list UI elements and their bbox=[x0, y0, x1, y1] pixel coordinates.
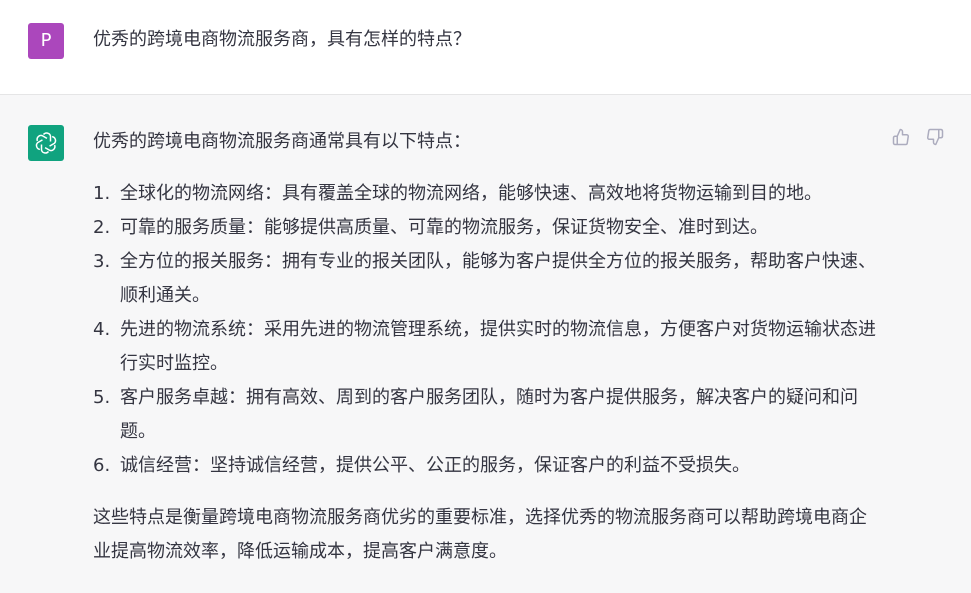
assistant-answer: 优秀的跨境电商物流服务商通常具有以下特点： 1. 全球化的物流网络：具有覆盖全球的… bbox=[93, 125, 883, 569]
answer-intro: 优秀的跨境电商物流服务商通常具有以下特点： bbox=[93, 131, 471, 152]
list-number: 2. bbox=[93, 217, 111, 238]
list-text: 全方位的报关服务：拥有专业的报关团队，能够为客户提供全方位的报关服务，帮助客户快… bbox=[120, 251, 876, 306]
list-number: 6. bbox=[93, 455, 111, 476]
answer-conclusion: 这些特点是衡量跨境电商物流服务商优劣的重要标准，选择优秀的物流服务商可以帮助跨境… bbox=[93, 507, 867, 562]
list-number: 4. bbox=[93, 319, 111, 340]
list-number: 1. bbox=[93, 183, 111, 204]
thumbs-down-icon bbox=[927, 128, 944, 146]
list-text: 客户服务卓越：拥有高效、周到的客户服务团队，随时为客户提供服务，解决客户的疑问和… bbox=[120, 387, 858, 442]
user-avatar: P bbox=[28, 23, 64, 59]
list-text: 先进的物流系统：采用先进的物流管理系统，提供实时的物流信息，方便客户对货物运输状… bbox=[120, 319, 876, 374]
user-message: P 优秀的跨境电商物流服务商，具有怎样的特点？ bbox=[0, 0, 971, 95]
openai-logo-icon bbox=[35, 132, 57, 154]
list-text: 可靠的服务质量：能够提供高质量、可靠的物流服务，保证货物安全、准时到达。 bbox=[120, 217, 768, 238]
thumbs-down-button[interactable] bbox=[925, 127, 945, 147]
feature-list: 1. 全球化的物流网络：具有覆盖全球的物流网络，能够快速、高效地将货物运输到目的地… bbox=[93, 177, 883, 483]
user-question: 优秀的跨境电商物流服务商，具有怎样的特点？ bbox=[93, 29, 471, 50]
list-item: 5. 客户服务卓越：拥有高效、周到的客户服务团队，随时为客户提供服务，解决客户的疑… bbox=[93, 381, 883, 449]
assistant-message: 优秀的跨境电商物流服务商通常具有以下特点： 1. 全球化的物流网络：具有覆盖全球的… bbox=[0, 95, 971, 593]
feedback-buttons bbox=[891, 127, 945, 147]
list-number: 3. bbox=[93, 251, 111, 272]
list-item: 3. 全方位的报关服务：拥有专业的报关团队，能够为客户提供全方位的报关服务，帮助客… bbox=[93, 245, 883, 313]
list-text: 全球化的物流网络：具有覆盖全球的物流网络，能够快速、高效地将货物运输到目的地。 bbox=[120, 183, 822, 204]
list-text: 诚信经营：坚持诚信经营，提供公平、公正的服务，保证客户的利益不受损失。 bbox=[120, 455, 750, 476]
list-item: 6. 诚信经营：坚持诚信经营，提供公平、公正的服务，保证客户的利益不受损失。 bbox=[93, 449, 883, 483]
list-item: 1. 全球化的物流网络：具有覆盖全球的物流网络，能够快速、高效地将货物运输到目的地… bbox=[93, 177, 883, 211]
list-item: 2. 可靠的服务质量：能够提供高质量、可靠的物流服务，保证货物安全、准时到达。 bbox=[93, 211, 883, 245]
thumbs-up-icon bbox=[892, 128, 909, 146]
list-item: 4. 先进的物流系统：采用先进的物流管理系统，提供实时的物流信息，方便客户对货物运… bbox=[93, 313, 883, 381]
assistant-avatar bbox=[28, 125, 64, 161]
thumbs-up-button[interactable] bbox=[891, 127, 911, 147]
list-number: 5. bbox=[93, 387, 111, 408]
